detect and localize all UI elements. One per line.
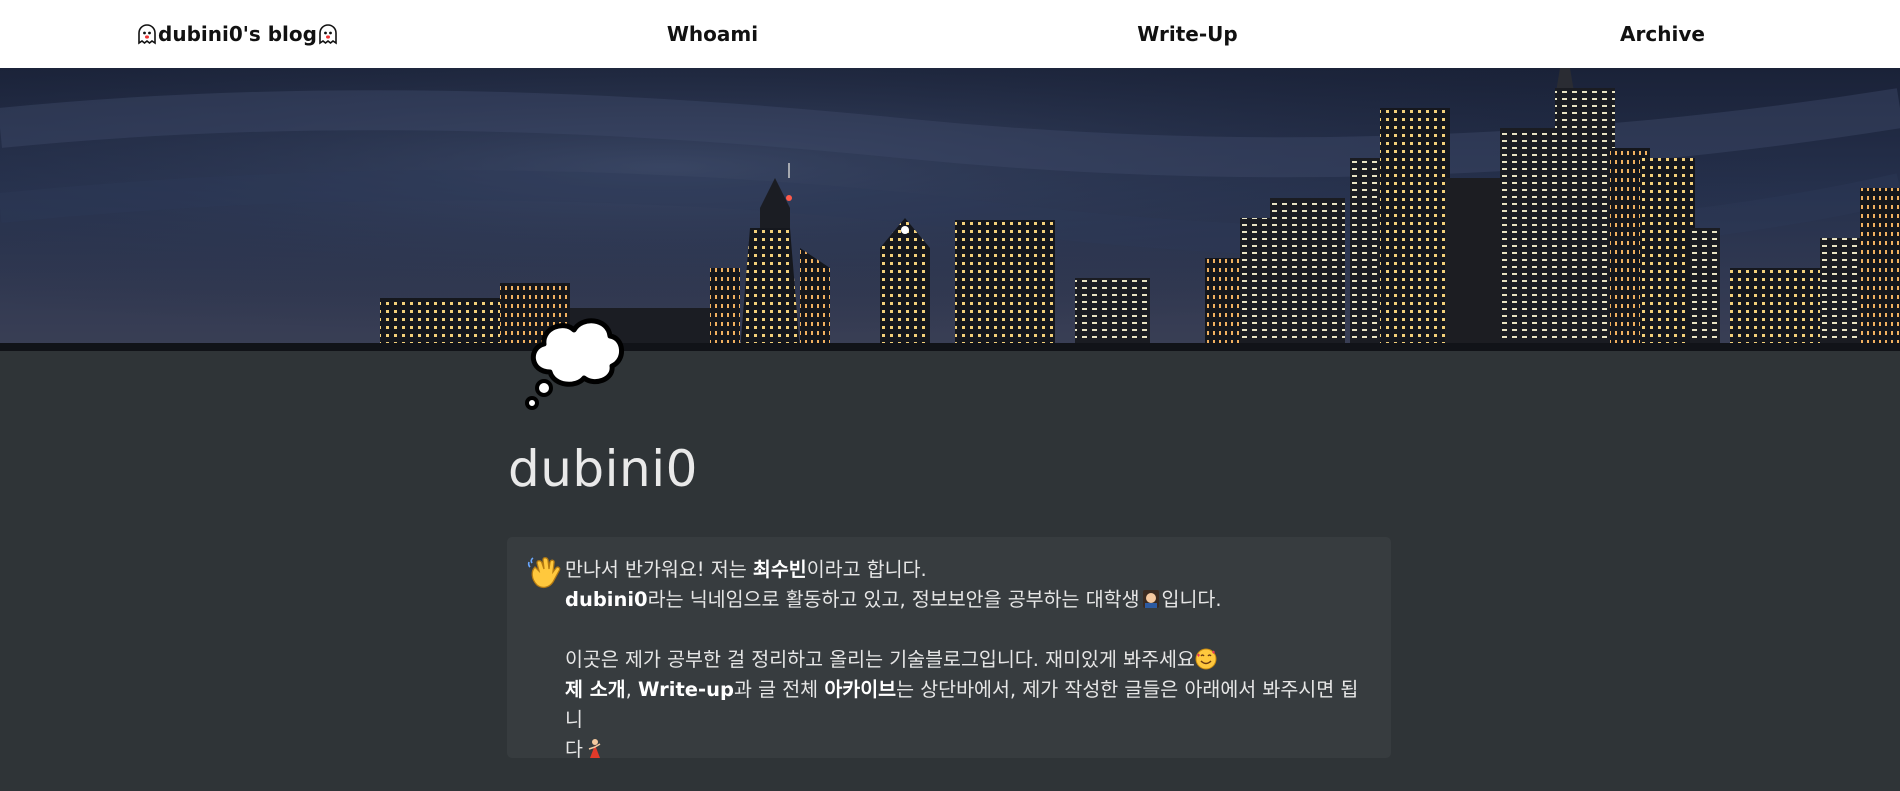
text-segment: 만나서 반가워요! 저는 [565, 558, 753, 581]
text-segment: , [625, 678, 639, 701]
text-segment: 라는 닉네임으로 활동하고 있고, 정보보안을 공부하는 대학생 [647, 588, 1140, 611]
nickname-bold: dubini0 [565, 588, 648, 611]
text-segment: 다 [565, 738, 583, 761]
callout-line: 이곳은 제가 공부한 걸 정리하고 올리는 기술블로그입니다. 재미있게 봐주세… [565, 645, 1373, 675]
text-segment: 과 글 전체 [733, 678, 825, 701]
waving-hand-icon [527, 555, 563, 591]
text-segment: 이라고 합니다. [806, 558, 927, 581]
archive-bold: 아카이브 [824, 678, 897, 701]
nav-link-label: Whoami [666, 22, 759, 46]
top-navigation: dubini0's blog Whoami Write-Up Archive [0, 0, 1900, 68]
about-bold: 제 소개 [565, 678, 626, 701]
nav-link-whoami[interactable]: Whoami [475, 0, 950, 68]
callout-text: 만나서 반가워요! 저는 최수빈이라고 합니다. dubini0라는 닉네임으로… [565, 555, 1373, 761]
smiling-face-hearts-icon [1195, 648, 1217, 670]
cover-image [0, 68, 1900, 351]
student-icon [1140, 588, 1162, 610]
write-up-bold: Write-up [638, 678, 734, 701]
name-bold: 최수빈 [752, 558, 807, 581]
nav-link-label: Archive [1620, 22, 1705, 46]
thought-balloon-icon [520, 310, 630, 414]
dancer-icon [583, 738, 605, 760]
ghost-icon [136, 23, 158, 45]
text-segment: 이곳은 제가 공부한 걸 정리하고 올리는 기술블로그입니다. 재미있게 봐주세… [565, 648, 1195, 671]
page-title: dubini0 [508, 440, 698, 498]
nav-brand-link[interactable]: dubini0's blog [0, 0, 475, 68]
nav-brand-label: dubini0's blog [158, 22, 317, 46]
nav-link-write-up[interactable]: Write-Up [950, 0, 1425, 68]
intro-callout: 만나서 반가워요! 저는 최수빈이라고 합니다. dubini0라는 닉네임으로… [507, 537, 1391, 761]
nav-link-label: Write-Up [1137, 22, 1238, 46]
text-segment: 입니다. [1161, 588, 1222, 611]
callout-line: 만나서 반가워요! 저는 최수빈이라고 합니다. [565, 555, 1373, 585]
callout-line: dubini0라는 닉네임으로 활동하고 있고, 정보보안을 공부하는 대학생 입… [565, 585, 1373, 615]
ghost-icon [317, 23, 339, 45]
callout-line: 제 소개, Write-up과 글 전체 아카이브는 상단바에서, 제가 작성한… [565, 675, 1373, 735]
nav-link-archive[interactable]: Archive [1425, 0, 1900, 68]
callout-line: 다 [565, 735, 1373, 765]
